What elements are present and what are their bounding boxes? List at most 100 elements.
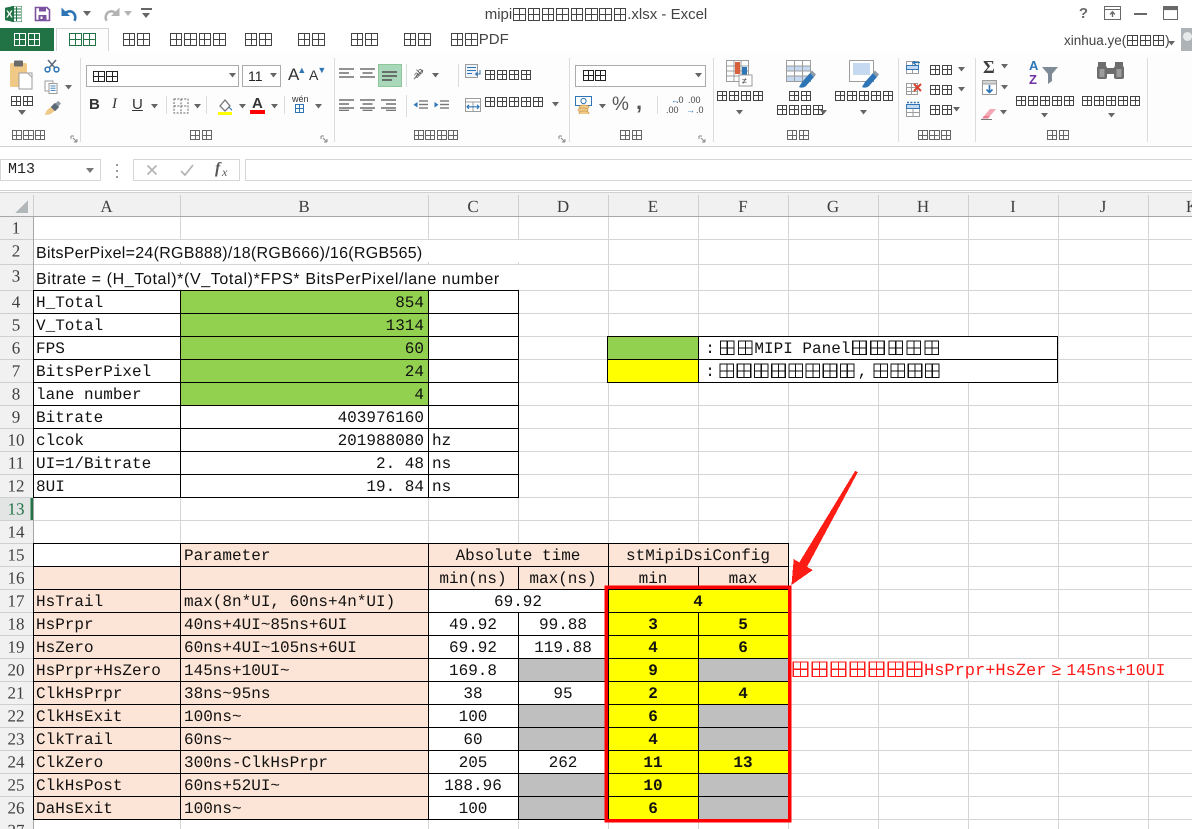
svg-text:ClkHsPost: ClkHsPost <box>36 777 122 795</box>
svg-text:24: 24 <box>8 753 26 772</box>
svg-text:ClkHsExit: ClkHsExit <box>36 708 122 726</box>
svg-text:3: 3 <box>648 616 658 634</box>
svg-text:1314: 1314 <box>386 317 424 335</box>
svg-text:3: 3 <box>12 267 21 286</box>
svg-text:HsPrpr+HsZero: HsPrpr+HsZero <box>36 662 161 680</box>
svg-text:Absolute time: Absolute time <box>456 547 581 565</box>
svg-text:19. 84: 19. 84 <box>366 478 424 496</box>
svg-text:100: 100 <box>459 708 488 726</box>
svg-text:H_Total: H_Total <box>36 294 103 312</box>
svg-text:13: 13 <box>733 754 752 772</box>
svg-text:17: 17 <box>8 592 26 611</box>
svg-text:2: 2 <box>648 685 658 703</box>
svg-text:40ns+4UI~85ns+6UI: 40ns+4UI~85ns+6UI <box>184 616 347 634</box>
svg-text:60ns+4UI~105ns+6UI: 60ns+4UI~105ns+6UI <box>184 639 357 657</box>
svg-text:854: 854 <box>395 294 424 312</box>
svg-text:100: 100 <box>459 800 488 818</box>
svg-text:4: 4 <box>738 685 748 703</box>
svg-text:UI=1/Bitrate: UI=1/Bitrate <box>36 455 151 473</box>
svg-text:1: 1 <box>12 219 21 238</box>
svg-text:13: 13 <box>8 500 25 519</box>
svg-text:60ns~: 60ns~ <box>184 731 232 749</box>
svg-text:49.92: 49.92 <box>449 616 497 634</box>
svg-text:.0: .0 <box>696 105 704 115</box>
svg-text:24: 24 <box>405 363 424 381</box>
svg-text:100ns~: 100ns~ <box>184 708 242 726</box>
svg-text:G: G <box>827 197 839 216</box>
svg-text:145ns+10UI~: 145ns+10UI~ <box>184 662 290 680</box>
svg-text:10: 10 <box>643 777 662 795</box>
svg-text:95: 95 <box>553 685 572 703</box>
svg-text:10: 10 <box>8 431 25 450</box>
svg-text:.00: .00 <box>666 105 679 115</box>
svg-text:BitsPerPixel: BitsPerPixel <box>36 363 151 381</box>
svg-text:X: X <box>6 10 13 21</box>
svg-text:FPS: FPS <box>36 340 65 358</box>
svg-text:.0: .0 <box>676 95 684 105</box>
svg-text:A: A <box>100 197 113 216</box>
svg-text:min(ns): min(ns) <box>439 570 506 588</box>
svg-text:HsPrpr+HsZer: HsPrpr+HsZer <box>924 662 1046 681</box>
svg-text:60: 60 <box>463 731 482 749</box>
svg-text:69.92: 69.92 <box>494 593 542 611</box>
svg-text:27: 27 <box>8 821 26 829</box>
svg-text:stMipiDsiConfig: stMipiDsiConfig <box>626 547 770 565</box>
svg-text:J: J <box>1100 197 1107 216</box>
svg-text:12: 12 <box>8 477 25 496</box>
svg-text:≥: ≥ <box>1051 662 1061 681</box>
svg-text:26: 26 <box>8 799 25 818</box>
svg-text:25: 25 <box>8 776 25 795</box>
svg-text:6: 6 <box>648 708 658 726</box>
svg-text:MIPI Panel: MIPI Panel <box>754 340 850 358</box>
svg-text:4: 4 <box>648 639 658 657</box>
svg-text:23: 23 <box>8 730 25 749</box>
svg-text::: : <box>705 363 715 381</box>
svg-text:8UI: 8UI <box>36 478 65 496</box>
svg-text:≠: ≠ <box>742 76 747 86</box>
svg-text:4: 4 <box>414 386 424 404</box>
svg-text:8: 8 <box>12 385 21 404</box>
svg-text:22: 22 <box>8 707 25 726</box>
svg-text:145ns+10UI: 145ns+10UI <box>1066 661 1165 680</box>
svg-text:F: F <box>738 197 747 216</box>
svg-text:15: 15 <box>8 546 25 565</box>
svg-text:Parameter: Parameter <box>184 547 270 565</box>
svg-text:max(8n*UI, 60ns+4n*UI): max(8n*UI, 60ns+4n*UI) <box>184 593 395 611</box>
svg-text:5: 5 <box>12 316 21 335</box>
svg-text:HsPrpr: HsPrpr <box>36 616 94 634</box>
svg-text:6: 6 <box>648 800 658 818</box>
svg-text:5: 5 <box>738 616 748 634</box>
svg-text:lane number: lane number <box>36 386 142 404</box>
svg-text:99.88: 99.88 <box>539 616 587 634</box>
svg-text:hz: hz <box>432 432 451 450</box>
svg-text:188.96: 188.96 <box>444 777 502 795</box>
svg-text:clcok: clcok <box>36 432 84 450</box>
svg-text:Bitrate: Bitrate <box>36 409 103 427</box>
svg-text:16: 16 <box>8 569 25 588</box>
svg-text:60ns+52UI~: 60ns+52UI~ <box>184 777 280 795</box>
svg-text::: : <box>705 340 715 358</box>
svg-text:169.8: 169.8 <box>449 662 497 680</box>
svg-text:300ns-ClkHsPrpr: 300ns-ClkHsPrpr <box>184 754 328 772</box>
svg-text:38: 38 <box>463 685 482 703</box>
svg-text:205: 205 <box>459 754 488 772</box>
svg-text:6: 6 <box>12 339 21 358</box>
svg-text:HsZero: HsZero <box>36 639 94 657</box>
svg-text:403976160: 403976160 <box>338 409 424 427</box>
svg-text:20: 20 <box>8 661 25 680</box>
svg-text:262: 262 <box>549 754 578 772</box>
svg-text:,: , <box>858 363 868 381</box>
svg-text:9: 9 <box>648 662 658 680</box>
svg-text:7: 7 <box>12 362 21 381</box>
svg-text:min: min <box>639 570 668 588</box>
svg-text:6: 6 <box>738 639 748 657</box>
svg-text:4: 4 <box>693 593 703 611</box>
svg-text:→: → <box>686 105 695 115</box>
svg-text:14: 14 <box>8 523 26 542</box>
svg-text:69.92: 69.92 <box>449 639 497 657</box>
svg-text:V_Total: V_Total <box>36 317 103 335</box>
svg-text:ClkHsPrpr: ClkHsPrpr <box>36 685 122 703</box>
svg-text:2: 2 <box>12 242 21 261</box>
svg-text:Bitrate = (H_Total)*(V_Total)*: Bitrate = (H_Total)*(V_Total)*FPS* BitsP… <box>36 271 500 288</box>
svg-text:119.88: 119.88 <box>534 639 592 657</box>
